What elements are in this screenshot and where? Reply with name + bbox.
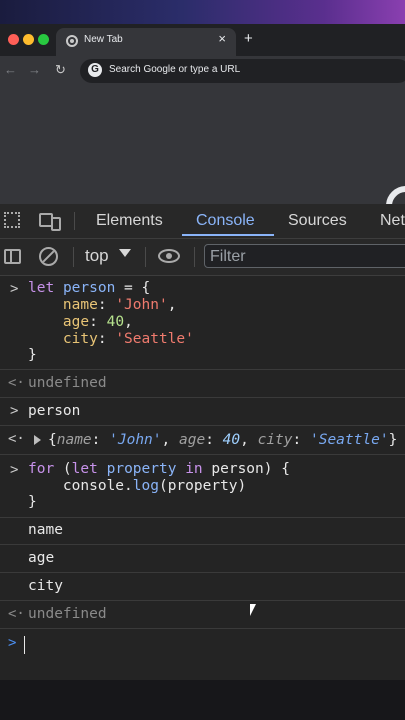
row-divider [0,425,405,426]
zoom-window-dot[interactable] [38,34,49,45]
row-divider [0,572,405,573]
code-text: person) { [202,461,290,477]
log-output: city [28,578,63,594]
console-sidebar-icon[interactable] [4,249,21,264]
tab-elements[interactable]: Elements [96,212,163,230]
row-divider [0,544,405,545]
output-prompt-icon: <· [8,375,25,391]
row-divider [0,600,405,601]
object-key: age [178,432,206,448]
output-prompt-icon: <· [8,431,25,447]
object-key: name [62,297,98,313]
live-expression-eye-icon[interactable] [158,249,180,263]
address-bar-placeholder: Search Google or type a URL [109,64,241,75]
number-value: 40 [222,432,241,448]
close-window-dot[interactable] [8,34,19,45]
number-value: 40 [106,314,125,330]
code-text: (property) [158,478,247,494]
row-divider [0,397,405,398]
console-input-line: for (let property in person) { [28,461,290,477]
console-input-line: city: 'Seattle' [62,331,194,347]
address-bar[interactable]: G Search Google or type a URL [80,59,405,83]
console-result: undefined [28,606,107,622]
device-toolbar-icon[interactable] [39,213,61,231]
string-value: 'Seattle' [115,331,194,347]
chrome-icon [66,35,78,47]
toolbar-divider [74,212,75,230]
tab-new-tab[interactable]: New Tab × [56,28,236,56]
row-divider [0,517,405,518]
console-panel: > let person = { name: 'John', age: 40, … [0,276,405,680]
console-toolbar: top [0,239,405,276]
console-input-line: console.log(property) [28,478,246,494]
toolbar-divider [194,247,195,267]
tab-close-icon[interactable]: × [218,31,226,46]
row-divider [0,628,405,629]
forward-icon[interactable]: → [28,62,41,77]
browser-tab-strip: New Tab × + [0,24,405,56]
google-logo-fragment [386,186,405,204]
output-prompt-icon: <· [8,606,25,622]
log-output: age [28,550,55,566]
context-selector[interactable]: top [85,246,109,266]
console-filter-input[interactable] [204,244,405,268]
reload-icon[interactable]: ↻ [55,62,66,78]
toolbar-divider [73,247,74,267]
active-prompt-icon: > [8,635,17,651]
console-input-caret[interactable] [24,636,25,654]
variable: property [106,461,177,477]
toolbar-divider [145,247,146,267]
object-key: city [257,432,293,448]
console-result: undefined [28,375,107,391]
console-input-line: age: 40, [62,314,133,330]
operator: = { [115,280,151,296]
window-bottom [0,680,405,720]
row-divider [0,369,405,370]
browser-toolbar: ← → ↻ G Search Google or type a URL [0,56,405,86]
keyword: in [185,461,203,477]
tab-title: New Tab [84,34,123,45]
console-input-line: } [28,347,37,363]
desktop-wallpaper-strip [0,0,405,24]
keyword: for [28,461,55,477]
string-value: 'John' [115,297,168,313]
row-divider [0,454,405,455]
tab-sources[interactable]: Sources [288,212,347,230]
console-input-line: person [28,403,81,419]
tab-network[interactable]: Net [380,212,405,230]
clear-console-icon[interactable] [39,247,58,266]
chevron-down-icon[interactable] [119,249,131,257]
keyword: let [28,280,55,296]
object-key: name [56,432,92,448]
input-prompt-icon: > [10,462,19,478]
expand-triangle-icon[interactable] [34,435,41,445]
back-icon[interactable]: ← [4,62,17,77]
google-g-icon: G [88,63,102,77]
object-preview[interactable]: {name: 'John', age: 40, city: 'Seattle'} [48,432,397,448]
page-viewport [0,86,405,204]
minimize-window-dot[interactable] [23,34,34,45]
object-key: age [62,314,90,330]
mouse-pointer-icon [250,604,256,616]
inspect-element-icon[interactable] [4,212,20,228]
variable: person [62,280,116,296]
console-input-line: } [28,494,37,510]
string-value: 'Seattle' [309,432,389,448]
active-tab-indicator [182,234,274,236]
log-output: name [28,522,63,538]
console-input-line: let person = { [28,280,150,296]
tab-console[interactable]: Console [196,212,255,230]
keyword: let [71,461,98,477]
string-value: 'John' [109,432,162,448]
function-name: log [132,478,159,494]
new-tab-button[interactable]: + [244,30,253,47]
code-text: console. [62,478,133,494]
object-key: city [62,331,98,347]
input-prompt-icon: > [10,281,19,297]
console-input-line: name: 'John', [62,297,177,313]
input-prompt-icon: > [10,403,19,419]
